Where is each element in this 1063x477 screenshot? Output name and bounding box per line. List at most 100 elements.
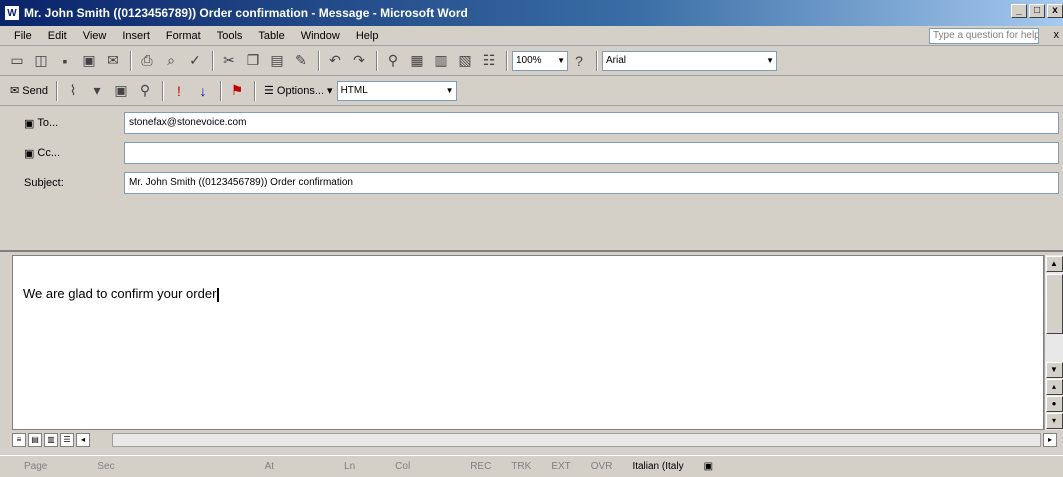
insert-table-icon[interactable]: ▥ [430,50,452,72]
undo-icon[interactable]: ↶ [324,50,346,72]
format-painter-icon[interactable]: ✎ [290,50,312,72]
toolbar-separator [130,50,132,71]
title-bar[interactable]: W Mr. John Smith ((0123456789)) Order co… [0,0,1063,26]
email-toolbar: ✉ Send ⌇ ▾ ▣ ⚲ ! ↓ ⚑ ☰ Options... ▾ HTML… [0,76,1063,106]
message-body[interactable]: We are glad to confirm your order [12,255,1044,430]
toolbar-separator [55,80,58,101]
body-text: We are glad to confirm your order [23,286,220,302]
insert-excel-icon[interactable]: ▧ [454,50,476,72]
scroll-up-icon[interactable]: ▲ [1045,256,1063,272]
toolbar-separator [376,50,378,71]
tables-borders-icon[interactable]: ▦ [406,50,428,72]
chevron-down-icon: ▼ [445,86,454,95]
message-format-select[interactable]: HTML ▼ [336,80,457,101]
print-preview-icon[interactable]: ⌕ [160,50,182,72]
send-button[interactable]: ✉ Send [6,84,52,98]
status-page: Page [24,461,48,472]
cc-field[interactable] [124,142,1059,164]
options-icon: ☰ [263,85,274,97]
normal-view-icon[interactable]: ≡ [12,433,26,447]
chevron-down-icon: ▼ [557,56,565,65]
importance-high-icon[interactable]: ! [168,80,190,102]
print-icon[interactable]: ⎙ [136,50,158,72]
open-folder-icon[interactable]: ◫ [30,50,52,72]
permission-icon[interactable]: ▣ [78,50,100,72]
minimize-button[interactable]: _ [1011,4,1027,18]
print-layout-icon[interactable]: ▥ [44,433,58,447]
menu-file[interactable]: File [0,30,40,42]
scroll-right-icon[interactable]: ▸ [1043,433,1057,447]
spelling-icon[interactable]: ✓ [184,50,206,72]
toolbar-separator [219,80,222,101]
status-column: Col [395,461,411,472]
email-icon[interactable]: ✉ [102,50,124,72]
scroll-down-icon[interactable]: ▼ [1045,362,1063,378]
help-question-input[interactable]: Type a question for help [929,28,1039,44]
status-language[interactable]: Italian (Italy [622,461,693,472]
select-browse-object-icon[interactable]: ● [1045,396,1063,412]
new-document-icon[interactable]: ▭ [6,50,28,72]
spelling-status-icon[interactable]: ▣ [694,461,723,472]
subject-label: Subject: [24,177,64,189]
paste-icon[interactable]: ▤ [266,50,288,72]
scroll-left-icon[interactable]: ◂ [76,433,90,447]
columns-icon[interactable]: ☷ [478,50,500,72]
save-icon[interactable]: ▪ [54,50,76,72]
to-button[interactable]: ▣ To... [24,117,58,130]
redo-icon[interactable]: ↷ [348,50,370,72]
menu-edit[interactable]: Edit [40,30,75,42]
cc-button[interactable]: ▣ Cc... [24,147,60,160]
status-rec[interactable]: REC [420,461,501,472]
toolbar-separator [212,50,214,71]
status-line: Ln [344,461,356,472]
scroll-thumb[interactable] [1045,274,1063,334]
to-field[interactable]: stonefax@stonevoice.com [124,112,1059,134]
close-document-button[interactable]: x [1054,29,1060,41]
subject-field[interactable]: Mr. John Smith ((0123456789)) Order conf… [124,172,1059,194]
menu-window[interactable]: Window [293,30,348,42]
menu-table[interactable]: Table [250,30,292,42]
hyperlink-icon[interactable]: ⚲ [382,50,404,72]
maximize-button[interactable]: □ [1029,4,1045,18]
text-caret [217,287,220,302]
word-window: W Mr. John Smith ((0123456789)) Order co… [0,0,1063,477]
message-header: ▣ To... stonefax@stonevoice.com ▣ Cc... Su… [0,106,1063,252]
chevron-down-icon: ▼ [766,56,774,65]
menu-view[interactable]: View [75,30,115,42]
attach-file-icon[interactable]: ⌇ [62,80,84,102]
toolbar-separator [506,50,508,71]
horizontal-scrollbar[interactable] [112,433,1041,447]
address-book-icon[interactable]: ▣ [110,80,132,102]
menu-insert[interactable]: Insert [114,30,158,42]
vertical-scrollbar[interactable]: ▲ ▼ ▴ ● ▾ [1044,255,1063,430]
options-button[interactable]: ☰ Options... ▾ [260,84,337,98]
address-book-icon: ▣ [24,147,35,160]
status-ext[interactable]: EXT [541,461,580,472]
status-ovr[interactable]: OVR [581,461,623,472]
zoom-select[interactable]: 100% ▼ [512,50,568,71]
flag-icon[interactable]: ⚑ [226,80,248,102]
next-page-icon[interactable]: ▾ [1045,413,1063,429]
check-names-icon[interactable]: ⚲ [134,80,156,102]
importance-low-icon[interactable]: ↓ [192,80,214,102]
copy-icon[interactable]: ❐ [242,50,264,72]
previous-page-icon[interactable]: ▴ [1045,379,1063,395]
cut-icon[interactable]: ✂ [218,50,240,72]
address-book-icon: ▣ [24,117,35,130]
status-section: Sec [97,461,115,472]
view-and-hscroll-bar: ≡ ▤ ▥ ☰ ◂ ▸ [12,430,1063,450]
toolbar-separator [318,50,320,71]
status-trk[interactable]: TRK [501,461,541,472]
outline-view-icon[interactable]: ☰ [60,433,74,447]
help-icon[interactable]: ? [568,50,590,72]
window-title: Mr. John Smith ((0123456789)) Order conf… [24,6,468,20]
chevron-down-icon[interactable]: ▾ [86,80,108,102]
web-layout-icon[interactable]: ▤ [28,433,42,447]
standard-toolbar: ▭ ◫ ▪ ▣ ✉ ⎙ ⌕ ✓ ✂ ❐ ▤ ✎ ↶ ↷ ⚲ ▦ ▥ ▧ ☷ 10… [0,46,1063,76]
menu-bar: File Edit View Insert Format Tools Table… [0,26,1063,46]
close-button[interactable]: x [1047,4,1063,18]
menu-help[interactable]: Help [348,30,387,42]
menu-format[interactable]: Format [158,30,209,42]
menu-tools[interactable]: Tools [209,30,251,42]
font-select[interactable]: Arial ▼ [602,50,777,71]
